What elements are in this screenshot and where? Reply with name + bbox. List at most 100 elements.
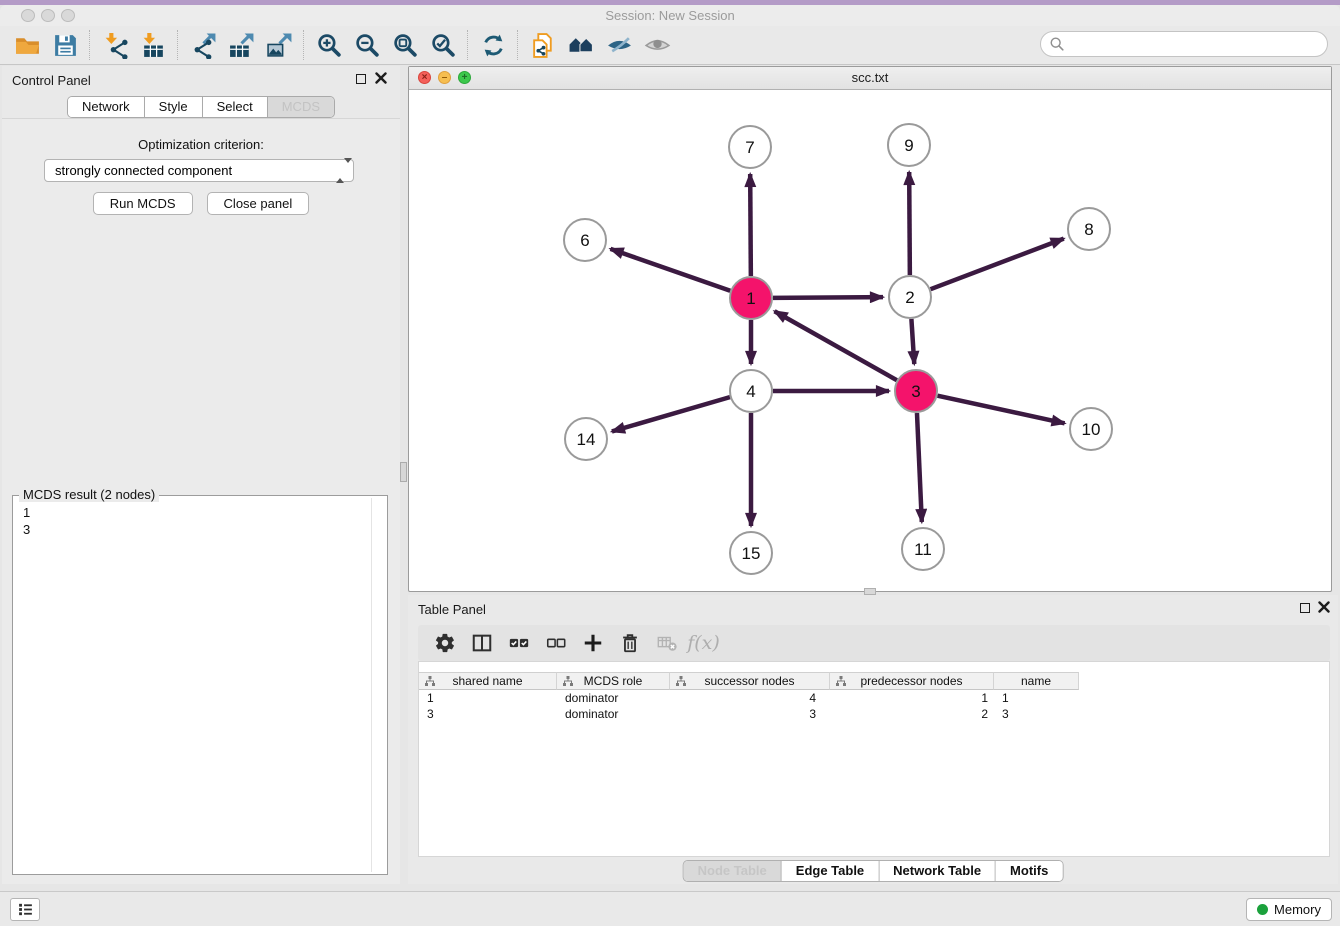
toolbar-separator <box>177 30 179 60</box>
table-panel: Table Panel f(x) shared name MCDS role s… <box>408 595 1338 886</box>
first-neighbors-button[interactable] <box>562 29 600 61</box>
mcds-result-box: MCDS result (2 nodes) 13 <box>12 495 388 875</box>
zoom-fit-button[interactable] <box>386 29 424 61</box>
import-network-icon <box>102 32 129 59</box>
zoom-in-button[interactable] <box>310 29 348 61</box>
toggle-column-view-button[interactable] <box>463 628 500 658</box>
zoom-selected-button[interactable] <box>424 29 462 61</box>
node-label-15: 15 <box>742 544 761 563</box>
show-graphics-details-button[interactable] <box>638 29 676 61</box>
column-label: shared name <box>452 674 522 688</box>
tab-network-table[interactable]: Network Table <box>879 861 996 881</box>
hide-selected-button[interactable] <box>600 29 638 61</box>
clone-network-button[interactable] <box>524 29 562 61</box>
panel-divider-grip[interactable] <box>400 462 407 482</box>
cell-MCDS-role[interactable]: dominator <box>557 706 670 722</box>
cell-name[interactable]: 1 <box>994 690 1079 706</box>
cell-MCDS-role[interactable]: dominator <box>557 690 670 706</box>
node-label-14: 14 <box>577 430 596 449</box>
column-type-icon <box>562 675 574 687</box>
tab-mcds[interactable]: MCDS <box>268 97 334 117</box>
tab-motifs[interactable]: Motifs <box>996 861 1062 881</box>
open-session-button[interactable] <box>8 29 46 61</box>
tab-node-table[interactable]: Node Table <box>684 861 782 881</box>
network-graph: 7968124314101511 <box>409 89 1331 591</box>
cell-successor-nodes[interactable]: 4 <box>670 690 830 706</box>
control-panel-close-button[interactable] <box>374 72 388 86</box>
toolbar-separator <box>467 30 469 60</box>
toolbar-separator <box>89 30 91 60</box>
tab-network[interactable]: Network <box>68 97 145 117</box>
table-row[interactable]: 3dominator323 <box>419 706 1329 722</box>
task-history-button[interactable] <box>10 898 40 921</box>
table-row[interactable]: 1dominator411 <box>419 690 1329 706</box>
edge-1-2[interactable] <box>773 297 883 298</box>
export-table-button[interactable] <box>222 29 260 61</box>
close-panel-button[interactable]: Close panel <box>207 192 310 215</box>
clone-network-icon <box>530 32 557 59</box>
network-canvas[interactable]: 7968124314101511 <box>409 89 1331 591</box>
memory-button[interactable]: Memory <box>1246 898 1332 921</box>
edge-4-14[interactable] <box>612 397 730 431</box>
bottom-gap <box>2 884 1338 891</box>
column-header-predecessor-nodes[interactable]: predecessor nodes <box>830 672 994 690</box>
criterion-select[interactable]: strongly connected component <box>44 159 354 182</box>
edge-3-10[interactable] <box>937 396 1064 424</box>
edge-3-1[interactable] <box>775 311 897 380</box>
function-builder-button[interactable]: f(x) <box>685 628 722 658</box>
tab-edge-table[interactable]: Edge Table <box>782 861 879 881</box>
deselect-all-rows-button[interactable] <box>537 628 574 658</box>
export-image-button[interactable] <box>260 29 298 61</box>
cell-predecessor-nodes[interactable]: 1 <box>830 690 994 706</box>
control-panel-float-button[interactable] <box>356 74 366 84</box>
add-row-button[interactable] <box>574 628 611 658</box>
toolbar-separator <box>303 30 305 60</box>
run-mcds-button[interactable]: Run MCDS <box>93 192 193 215</box>
delete-row-button[interactable] <box>611 628 648 658</box>
search-box[interactable] <box>1040 31 1328 57</box>
window-titlebar: Session: New Session <box>0 5 1340 27</box>
delete-table-button[interactable] <box>648 628 685 658</box>
hide-selected-icon <box>606 32 633 59</box>
control-panel-title: Control Panel <box>12 73 91 88</box>
edge-2-9[interactable] <box>909 172 910 275</box>
result-scrollbar[interactable] <box>371 498 385 872</box>
search-input[interactable] <box>1069 33 1327 55</box>
table-settings-button[interactable] <box>426 628 463 658</box>
column-header-name[interactable]: name <box>994 672 1079 690</box>
edge-1-7[interactable] <box>750 174 751 276</box>
edge-3-11[interactable] <box>917 413 922 522</box>
refresh-layout-button[interactable] <box>474 29 512 61</box>
mcds-result-line: 3 <box>23 521 371 538</box>
cell-shared-name[interactable]: 3 <box>419 706 557 722</box>
cell-predecessor-nodes[interactable]: 2 <box>830 706 994 722</box>
export-table-icon <box>228 32 255 59</box>
export-network-button[interactable] <box>184 29 222 61</box>
edge-2-8[interactable] <box>931 239 1064 290</box>
column-header-MCDS-role[interactable]: MCDS role <box>557 672 670 690</box>
save-session-button[interactable] <box>46 29 84 61</box>
edge-1-6[interactable] <box>610 249 730 291</box>
zoom-in-icon <box>316 32 343 59</box>
import-table-button[interactable] <box>134 29 172 61</box>
select-stepper-icon <box>336 163 347 179</box>
column-header-successor-nodes[interactable]: successor nodes <box>670 672 830 690</box>
table-panel-close-button[interactable] <box>1317 601 1331 615</box>
node-table: shared name MCDS role successor nodes pr… <box>418 661 1330 857</box>
select-all-rows-button[interactable] <box>500 628 537 658</box>
cell-successor-nodes[interactable]: 3 <box>670 706 830 722</box>
tab-style[interactable]: Style <box>145 97 203 117</box>
import-network-button[interactable] <box>96 29 134 61</box>
tab-select[interactable]: Select <box>203 97 268 117</box>
zoom-out-button[interactable] <box>348 29 386 61</box>
table-panel-float-button[interactable] <box>1300 603 1310 613</box>
cell-shared-name[interactable]: 1 <box>419 690 557 706</box>
control-panel-tabs: NetworkStyleSelectMCDS <box>67 96 335 118</box>
table-settings-icon <box>434 632 456 654</box>
network-window-titlebar[interactable]: × – + scc.txt <box>409 67 1331 90</box>
cell-name[interactable]: 3 <box>994 706 1079 722</box>
network-resize-grip[interactable] <box>864 588 876 595</box>
column-header-shared-name[interactable]: shared name <box>419 672 557 690</box>
mcds-panel: Optimization criterion: strongly connect… <box>2 118 400 884</box>
edge-2-3[interactable] <box>911 319 914 364</box>
